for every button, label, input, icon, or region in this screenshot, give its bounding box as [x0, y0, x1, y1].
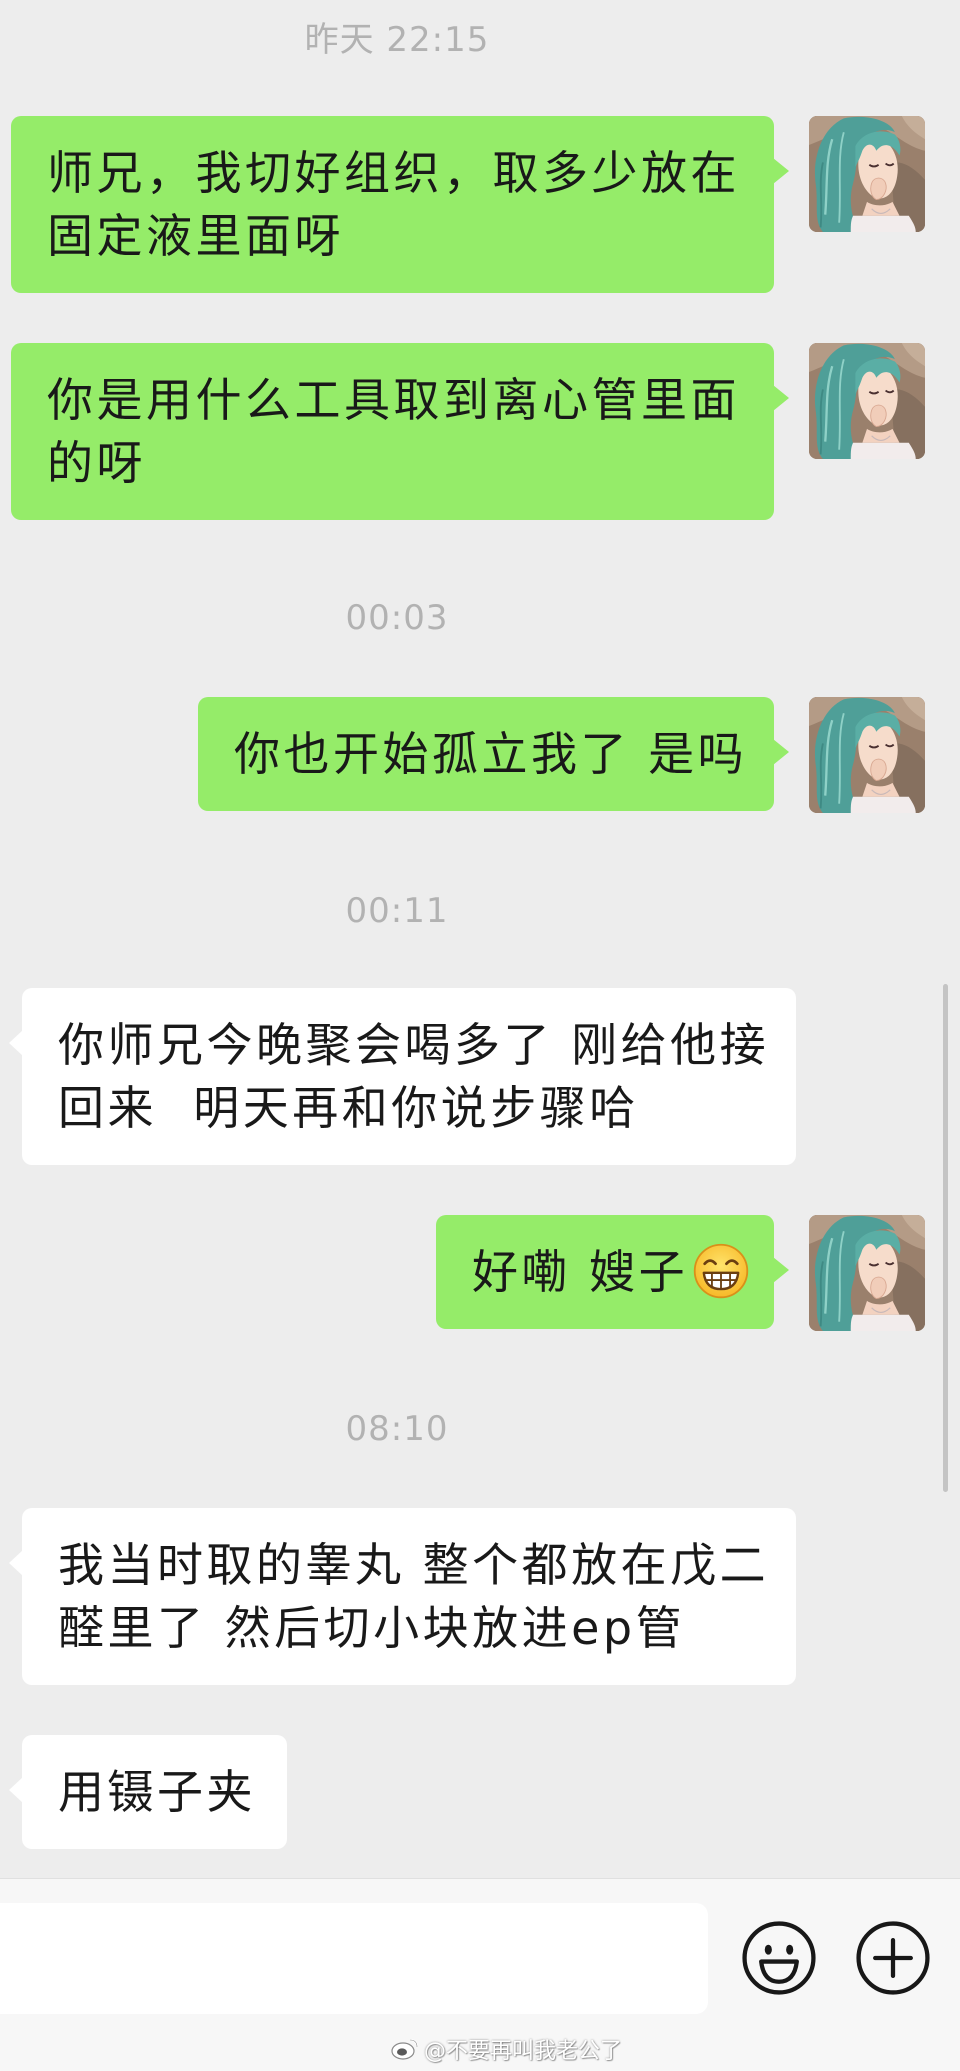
avatar[interactable] — [809, 697, 925, 813]
message-bubble-sent[interactable]: 好嘞 嫂子 — [436, 1215, 789, 1329]
avatar[interactable] — [809, 1215, 925, 1331]
watermark-text: @不要再叫我老公了 — [424, 2039, 623, 2064]
plus-circle-icon — [856, 1921, 930, 1995]
message-text: 好嘞 嫂子 — [472, 1245, 689, 1299]
scrollbar[interactable] — [943, 984, 948, 1492]
message-bubble-sent[interactable]: 你是用什么工具取到离心管里面 的呀 — [11, 343, 789, 520]
message-text: 师兄，我切好组织，取多少放在 固定液里面呀 — [47, 146, 740, 263]
watermark: @不要再叫我老公了 — [390, 2032, 622, 2066]
grinning-face-icon — [693, 1243, 749, 1299]
avatar-image — [809, 116, 925, 232]
timestamp: 00:11 — [345, 891, 449, 931]
timestamp: 00:03 — [345, 598, 449, 638]
smiley-face-icon — [742, 1921, 816, 1995]
message-input[interactable] — [0, 1903, 708, 2014]
avatar-image — [809, 1215, 925, 1331]
emoji-button[interactable] — [741, 1920, 817, 1996]
chat-screen: 昨天 22:15 师兄，我切好组织，取多少放在 固定液里面呀 你是用什么工具取到… — [0, 0, 960, 2071]
message-text: 你是用什么工具取到离心管里面 的呀 — [47, 373, 740, 490]
message-bubble-received[interactable]: 我当时取的睾丸 整个都放在戊二 醛里了 然后切小块放进ep管 — [9, 1508, 796, 1685]
message-list[interactable]: 昨天 22:15 师兄，我切好组织，取多少放在 固定液里面呀 你是用什么工具取到… — [0, 0, 960, 1878]
message-text: 你也开始孤立我了 是吗 — [234, 727, 748, 781]
avatar[interactable] — [809, 116, 925, 232]
message-bubble-received[interactable]: 你师兄今晚聚会喝多了 刚给他接 回来 明天再和你说步骤哈 — [9, 988, 796, 1165]
message-text: 用镊子夹 — [58, 1765, 256, 1819]
message-bubble-sent[interactable]: 你也开始孤立我了 是吗 — [198, 697, 789, 811]
more-button[interactable] — [855, 1920, 931, 1996]
timestamp: 08:10 — [345, 1409, 449, 1449]
message-text: 我当时取的睾丸 整个都放在戊二 醛里了 然后切小块放进ep管 — [58, 1538, 770, 1655]
avatar-image — [809, 697, 925, 813]
message-text: 你师兄今晚聚会喝多了 刚给他接 回来 明天再和你说步骤哈 — [58, 1018, 770, 1135]
avatar-image — [809, 343, 925, 459]
weibo-logo-icon — [391, 2039, 418, 2060]
avatar[interactable] — [809, 343, 925, 459]
message-bubble-sent[interactable]: 师兄，我切好组织，取多少放在 固定液里面呀 — [11, 116, 789, 293]
message-bubble-received[interactable]: 用镊子夹 — [9, 1735, 287, 1849]
timestamp: 昨天 22:15 — [304, 20, 490, 60]
